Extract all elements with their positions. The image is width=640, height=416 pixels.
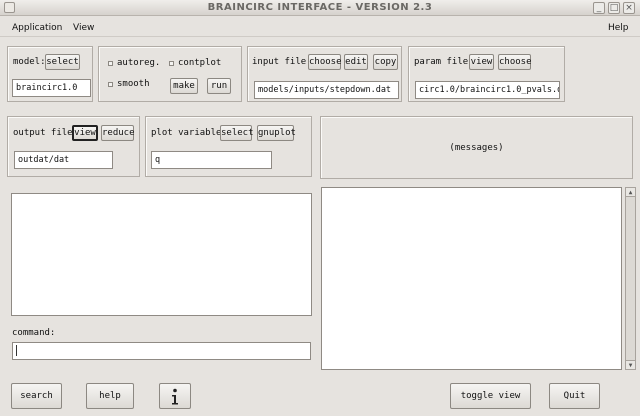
- param-file-field[interactable]: circ1.0/braincirc1.0_pvals.dat: [415, 81, 560, 99]
- plot-variable-label: plot variable:: [151, 128, 227, 138]
- info-button[interactable]: [159, 383, 191, 409]
- menu-help[interactable]: Help: [608, 23, 629, 33]
- output-file-panel: output file: view reduce outdat/dat: [7, 116, 140, 177]
- quit-button[interactable]: Quit: [549, 383, 600, 409]
- menu-application[interactable]: Application: [12, 23, 62, 33]
- model-field[interactable]: braincirc1.0: [12, 79, 91, 97]
- make-button[interactable]: make: [170, 78, 198, 94]
- param-file-label: param file:: [414, 57, 474, 67]
- param-file-panel: param file: view choose circ1.0/braincir…: [408, 46, 565, 102]
- input-copy-button[interactable]: copy: [373, 54, 398, 70]
- gnuplot-button[interactable]: gnuplot: [257, 125, 296, 141]
- input-file-field[interactable]: models/inputs/stepdown.dat: [254, 81, 399, 99]
- maximize-button[interactable]: □: [608, 2, 620, 14]
- param-choose-button[interactable]: choose: [498, 54, 532, 70]
- scroll-down-icon[interactable]: ▼: [626, 360, 635, 369]
- contplot-checkbox[interactable]: [169, 61, 174, 66]
- messages-panel: (messages): [320, 116, 633, 179]
- title-bar: BRAINCIRC INTERFACE - VERSION 2.3 _ □ ×: [0, 0, 640, 16]
- plot-variable-panel: plot variable: select gnuplot q: [145, 116, 312, 177]
- menu-view[interactable]: View: [73, 23, 94, 33]
- smooth-checkbox[interactable]: [108, 82, 113, 87]
- minimize-button[interactable]: _: [593, 2, 605, 14]
- menu-bar: Application View Help: [0, 19, 640, 37]
- model-select-button[interactable]: select: [45, 54, 80, 70]
- output-file-label: output file:: [13, 128, 79, 138]
- scroll-up-icon[interactable]: ▲: [626, 188, 635, 197]
- info-icon: [172, 388, 178, 405]
- contplot-label: contplot: [178, 58, 222, 68]
- input-choose-button[interactable]: choose: [308, 54, 342, 70]
- command-input[interactable]: [12, 342, 311, 360]
- smooth-label: smooth: [117, 79, 150, 89]
- close-button[interactable]: ×: [623, 2, 635, 14]
- model-label: model:: [13, 57, 46, 67]
- param-view-button[interactable]: view: [469, 54, 494, 70]
- messages-text-area[interactable]: [321, 187, 622, 370]
- output-file-field[interactable]: outdat/dat: [14, 151, 113, 169]
- input-edit-button[interactable]: edit: [344, 54, 368, 70]
- window-title: BRAINCIRC INTERFACE - VERSION 2.3: [207, 2, 433, 13]
- model-panel: model: select braincirc1.0: [7, 46, 93, 102]
- plot-variable-field[interactable]: q: [151, 151, 272, 169]
- output-text-area[interactable]: [11, 193, 312, 316]
- help-button[interactable]: help: [86, 383, 134, 409]
- messages-scrollbar[interactable]: ▲ ▼: [625, 187, 636, 370]
- plot-select-button[interactable]: select: [220, 125, 254, 141]
- output-view-button[interactable]: view: [72, 125, 98, 141]
- input-file-panel: input file: choose edit copy models/inpu…: [247, 46, 402, 102]
- search-button[interactable]: search: [11, 383, 62, 409]
- messages-label: (messages): [449, 143, 504, 153]
- autoreg-label: autoreg.: [117, 58, 161, 68]
- input-file-label: input file:: [252, 57, 312, 67]
- text-cursor: [16, 345, 17, 356]
- command-label: command:: [12, 328, 56, 338]
- output-reduce-button[interactable]: reduce: [101, 125, 135, 141]
- toggle-view-button[interactable]: toggle view: [450, 383, 531, 409]
- autoreg-checkbox[interactable]: [108, 61, 113, 66]
- run-button[interactable]: run: [207, 78, 231, 94]
- options-panel: autoreg. contplot smooth make run: [98, 46, 242, 102]
